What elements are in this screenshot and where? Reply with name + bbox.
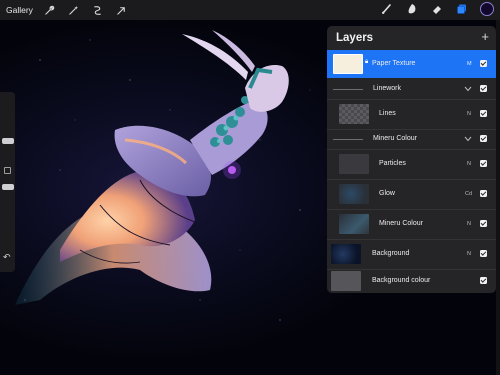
- blend-mode[interactable]: N: [467, 111, 471, 117]
- layer-name: Glow: [379, 190, 395, 197]
- chevron-down-icon[interactable]: [464, 136, 472, 142]
- panel-title: Layers: [336, 32, 374, 44]
- visibility-checkbox[interactable]: [480, 60, 487, 67]
- layer-thumbnail: [339, 154, 369, 174]
- layer-row-background-colour[interactable]: Background colour: [327, 270, 496, 292]
- smudge-icon[interactable]: [405, 2, 419, 16]
- chevron-down-icon[interactable]: [464, 86, 472, 92]
- undo-button[interactable]: ↶: [3, 252, 11, 263]
- layer-name: Background colour: [372, 277, 431, 284]
- left-sidebar: ↶: [0, 92, 15, 272]
- blend-mode[interactable]: N: [467, 221, 471, 227]
- top-toolbar: Gallery: [0, 0, 500, 20]
- layer-row-glow[interactable]: Glow Cd: [327, 180, 496, 208]
- magic-wand-icon[interactable]: [67, 3, 81, 17]
- add-layer-button[interactable]: +: [481, 29, 489, 44]
- layer-row-lines[interactable]: Lines N: [327, 100, 496, 128]
- visibility-checkbox[interactable]: [480, 190, 487, 197]
- layer-group-mineru-colour[interactable]: Mineru Colour: [327, 130, 496, 148]
- layer-thumbnail: [331, 244, 361, 264]
- selection-icon[interactable]: [91, 3, 105, 17]
- brush-icon[interactable]: [380, 2, 394, 16]
- group-name: Linework: [373, 85, 402, 92]
- group-indicator: [333, 89, 363, 90]
- layer-thumbnail: [339, 214, 369, 234]
- layer-thumbnail: [339, 184, 369, 204]
- layer-thumbnail: [339, 104, 369, 124]
- layer-row-paper-texture[interactable]: 🔒︎ Paper Texture M: [327, 50, 496, 78]
- blend-mode[interactable]: N: [467, 251, 471, 257]
- transform-arrow-icon[interactable]: [115, 3, 129, 17]
- group-name: Mineru Colour: [373, 135, 417, 142]
- layer-name: Background: [372, 250, 410, 257]
- eraser-icon[interactable]: [430, 2, 444, 16]
- visibility-checkbox[interactable]: [480, 85, 487, 92]
- blend-mode[interactable]: M: [467, 61, 472, 67]
- wrench-icon[interactable]: [43, 3, 57, 17]
- layer-thumbnail: [333, 54, 363, 74]
- color-picker-swatch[interactable]: [480, 2, 494, 16]
- opacity-slider[interactable]: [2, 184, 14, 190]
- visibility-checkbox[interactable]: [480, 220, 487, 227]
- lock-icon: 🔒︎: [365, 59, 369, 65]
- visibility-checkbox[interactable]: [480, 160, 487, 167]
- layer-name: Mineru Colour: [379, 220, 423, 227]
- layer-group-linework[interactable]: Linework: [327, 80, 496, 98]
- visibility-checkbox[interactable]: [480, 135, 487, 142]
- blend-mode[interactable]: Cd: [465, 191, 472, 197]
- layer-name: Paper Texture: [372, 60, 416, 67]
- group-indicator: [333, 139, 363, 140]
- layer-thumbnail: [331, 271, 361, 291]
- gallery-button[interactable]: Gallery: [6, 5, 33, 15]
- layer-name: Particles: [379, 160, 406, 167]
- visibility-checkbox[interactable]: [480, 277, 487, 284]
- visibility-checkbox[interactable]: [480, 250, 487, 257]
- layer-row-particles[interactable]: Particles N: [327, 150, 496, 178]
- visibility-checkbox[interactable]: [480, 110, 487, 117]
- layer-row-mineru-colour[interactable]: Mineru Colour N: [327, 210, 496, 238]
- layer-row-background[interactable]: Background N: [327, 240, 496, 268]
- blend-mode[interactable]: N: [467, 161, 471, 167]
- layers-panel: Layers + 🔒︎ Paper Texture M Linework Lin…: [327, 26, 496, 293]
- layer-name: Lines: [379, 110, 396, 117]
- eyedropper-button[interactable]: [4, 167, 11, 174]
- layers-icon[interactable]: [455, 2, 469, 16]
- brush-size-slider[interactable]: [2, 138, 14, 144]
- right-edge-strip: [496, 20, 500, 375]
- toolbar-right-group: [380, 2, 494, 16]
